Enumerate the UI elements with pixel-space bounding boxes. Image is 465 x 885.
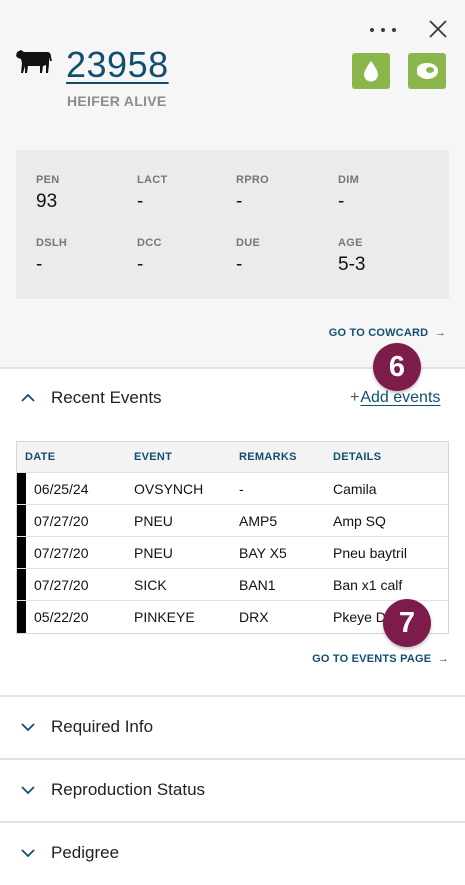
cell-event: OVSYNCH [134,481,204,497]
stat-label: DUE [236,237,261,249]
cell-event: PINKEYE [134,609,195,625]
table-header: DATE EVENT REMARKS DETAILS [17,442,448,472]
cell-event: SICK [134,577,167,593]
cow-header-panel: 23958 HEIFER ALIVE PEN 93 LACT - RPRO - … [0,0,465,368]
stat-value: - [338,191,345,212]
stat-value: - [236,191,243,212]
cell-date: 05/22/20 [34,609,89,625]
row-marker [17,601,26,633]
cell-details: Ban x1 calf [333,577,403,593]
col-header-date[interactable]: DATE [25,451,55,463]
cell-date: 06/25/24 [34,481,89,497]
section-title: Pedigree [51,843,120,862]
stat-label: DSLH [36,237,68,249]
go-to-events-page-label: GO TO EVENTS PAGE [312,653,432,665]
table-row[interactable]: 07/27/20 PNEU AMP5 Amp SQ [17,504,448,537]
cow-status: HEIFER ALIVE [67,93,167,109]
step-badge-7: 7 [383,599,431,647]
cow-icon [16,50,52,73]
stat-rpro: RPRO - [236,174,269,213]
cell-date: 07/27/20 [34,577,89,593]
cell-details: Pneu baytril [333,545,407,561]
row-marker [17,473,26,505]
steak-icon [417,63,438,79]
plus-icon: + [350,389,360,406]
row-marker [17,505,26,537]
col-header-details[interactable]: DETAILS [333,451,381,463]
cell-details: Amp SQ [333,513,386,529]
row-marker [17,569,26,601]
go-to-cowcard-link[interactable]: GO TO COWCARD → [329,327,446,339]
water-drop-icon [364,61,378,82]
row-marker [17,537,26,569]
arrow-right-icon: → [434,653,449,665]
step-badge-6: 6 [373,343,421,391]
stat-label: RPRO [236,174,269,186]
cell-remarks: BAY X5 [239,545,287,561]
stat-lact: LACT - [137,174,168,213]
cell-event: PNEU [134,513,173,529]
stat-label: AGE [338,237,363,249]
col-header-remarks[interactable]: REMARKS [239,451,297,463]
arrow-right-icon: → [431,327,446,339]
stat-label: DIM [338,174,360,186]
cell-remarks: BAN1 [239,577,276,593]
stat-label: DCC [137,237,162,249]
cell-details: Pkeye D [333,609,386,625]
cell-remarks: AMP5 [239,513,278,529]
add-events-label: Add events [360,389,441,406]
stat-dcc: DCC - [137,237,162,276]
go-to-cowcard-label: GO TO COWCARD [328,327,429,339]
stat-label: LACT [137,174,168,186]
required-info-toggle[interactable]: Required Info [0,697,465,759]
stat-dim: DIM - [338,174,359,213]
table-row[interactable]: 07/27/20 PNEU BAY X5 Pneu baytril [17,536,448,569]
pedigree-toggle[interactable]: Pedigree [0,823,465,885]
cell-date: 07/27/20 [34,545,89,561]
stat-value: - [236,254,243,275]
cell-remarks: DRX [239,609,269,625]
stat-value: 93 [36,191,58,212]
chevron-down-icon [21,786,35,795]
stat-value: - [137,191,144,212]
col-header-event[interactable]: EVENT [134,451,172,463]
chevron-up-icon [21,393,35,402]
stat-age: AGE 5-3 [338,237,365,276]
section-title: Required Info [51,717,154,736]
steak-button[interactable] [408,53,446,89]
reproduction-status-toggle[interactable]: Reproduction Status [0,760,465,822]
recent-events-title: Recent Events [51,388,162,407]
stat-value: 5-3 [338,254,366,275]
cell-date: 07/27/20 [34,513,89,529]
water-drop-button[interactable] [352,53,390,89]
stat-pen: PEN 93 [36,174,60,213]
close-icon[interactable] [427,18,449,40]
stats-card: PEN 93 LACT - RPRO - DIM - DSLH - DCC - … [16,150,449,299]
cell-event: PNEU [134,545,173,561]
stat-dslh: DSLH - [36,237,67,276]
add-events-button[interactable]: +Add events [350,389,440,407]
section-title: Reproduction Status [51,780,206,799]
cell-remarks: - [239,481,244,497]
stat-value: - [36,254,43,275]
more-options-icon[interactable] [370,22,396,38]
stat-value: - [137,254,144,275]
chevron-down-icon [21,849,35,858]
table-row[interactable]: 07/27/20 SICK BAN1 Ban x1 calf [17,568,448,601]
table-row[interactable]: 06/25/24 OVSYNCH - Camila [17,472,448,505]
chevron-down-icon [21,723,35,732]
cow-id-link[interactable]: 23958 [66,44,169,86]
cell-details: Camila [333,481,377,497]
stat-label: PEN [36,174,60,186]
go-to-events-page-link[interactable]: GO TO EVENTS PAGE → [312,653,449,665]
recent-events-table: DATE EVENT REMARKS DETAILS 06/25/24 OVSY… [16,441,449,634]
stat-due: DUE - [236,237,260,276]
